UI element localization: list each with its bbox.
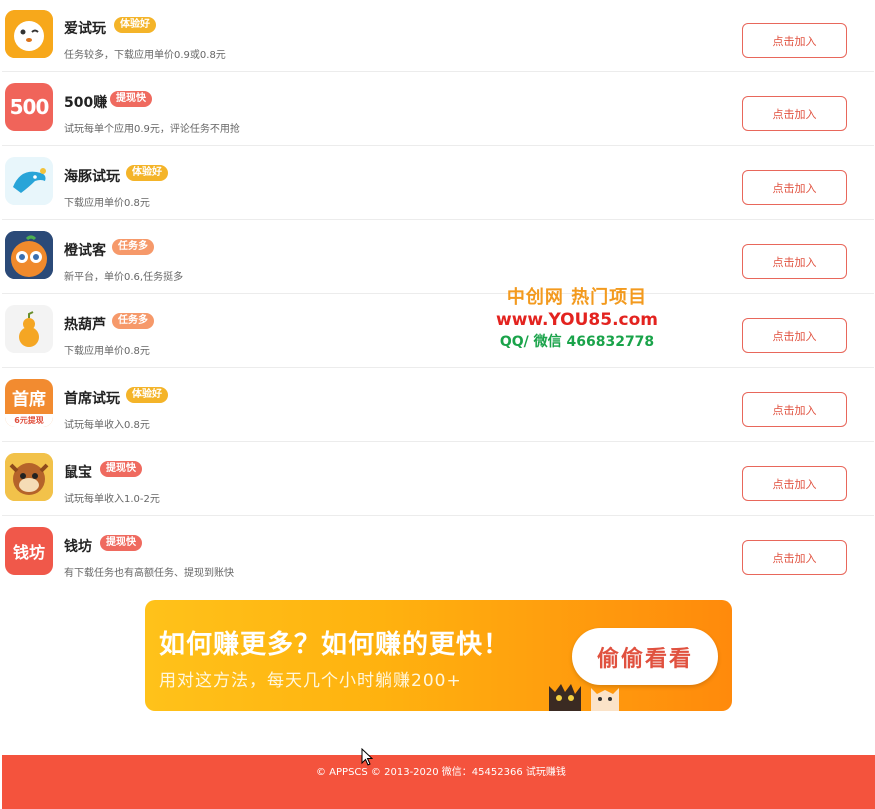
list-item: 海豚试玩 体验好 下载应用单价0.8元 点击加入 [2,146,874,220]
shouxi-icon: 首席 6元提现 [5,379,53,427]
watermark-line: QQ/ 微信 466832778 [499,334,655,350]
list-item: 首席 6元提现 首席试玩 体验好 试玩每单收入0.8元 点击加入 [2,368,874,442]
orange-icon [5,231,53,279]
icon-text: 钱坊 [12,543,45,562]
join-button[interactable]: 点击加入 [742,540,847,575]
list-item: 橙试客 任务多 新平台，单价0.6,任务挺多 点击加入 [2,220,874,294]
join-button[interactable]: 点击加入 [742,170,847,205]
join-button[interactable]: 点击加入 [742,318,847,353]
list-item: 500 500赚 提现快 试玩每单个应用0.9元，评论任务不用抢 点击加入 [2,72,874,146]
lion-icon [5,10,53,58]
gourd-icon [5,305,53,353]
list-item: 爱试玩 体验好 任务较多，下载应用单价0.9或0.8元 点击加入 [2,0,874,72]
icon-text: 500 [9,95,50,119]
app-badge: 提现快 [110,91,152,107]
banner-subtitle: 用对这方法，每天几个小时躺赚200+ [159,671,462,691]
app-name: 橙试客 [64,243,106,259]
app-name: 首席试玩 [64,391,120,407]
banner-title: 如何赚更多？如何赚的更快！ [159,630,511,660]
cursor-icon [361,748,373,766]
list-item: 钱坊 钱坊 提现快 有下载任务也有高额任务、提现到账快 点击加入 [2,516,874,590]
join-button[interactable]: 点击加入 [742,392,847,427]
app-badge: 体验好 [126,387,168,403]
app-name: 钱坊 [64,539,92,555]
app-badge: 提现快 [100,461,142,477]
cat-icon [591,688,619,711]
app-name: 海豚试玩 [64,169,120,185]
promo-banner[interactable]: 如何赚更多？如何赚的更快！ 用对这方法，每天几个小时躺赚200+ 偷偷看看 [145,600,732,711]
app-name: 500赚 [64,95,108,111]
app-description: 下载应用单价0.8元 [64,346,150,357]
app-name: 鼠宝 [64,465,92,481]
watermark-line: 中创网 热门项目 [506,287,648,308]
app-description: 有下载任务也有高额任务、提现到账快 [64,568,234,579]
squirrel-icon [5,453,53,501]
icon-subtext: 6元提现 [5,414,53,427]
watermark: 中创网 热门项目 www.YOU85.com QQ/ 微信 466832778 [492,283,662,351]
join-button[interactable]: 点击加入 [742,96,847,131]
cat-icon [549,684,581,711]
icon-text: 首席 [12,390,46,410]
app-badge: 任务多 [112,313,154,329]
watermark-line: www.YOU85.com [495,310,659,330]
join-button[interactable]: 点击加入 [742,23,847,58]
dolphin-icon [5,157,53,205]
app-description: 试玩每单个应用0.9元，评论任务不用抢 [64,124,240,135]
join-button[interactable]: 点击加入 [742,244,847,279]
app-badge: 任务多 [112,239,154,255]
app-badge: 体验好 [114,17,156,33]
app-badge: 体验好 [126,165,168,181]
join-button[interactable]: 点击加入 [742,466,847,501]
app-list: 爱试玩 体验好 任务较多，下载应用单价0.9或0.8元 点击加入 500 500… [0,0,875,590]
list-item: 鼠宝 提现快 试玩每单收入1.0-2元 点击加入 [2,442,874,516]
app-badge: 提现快 [100,535,142,551]
500-icon: 500 [5,83,53,131]
banner-button[interactable]: 偷偷看看 [572,628,718,685]
app-description: 下载应用单价0.8元 [64,198,150,209]
footer: © APPSCS © 2013-2020 微信：45452366 试玩赚钱 [2,755,875,809]
app-description: 试玩每单收入1.0-2元 [64,494,160,505]
app-name: 热葫芦 [64,317,106,333]
qianfang-icon: 钱坊 [5,527,53,575]
list-item: 热葫芦 任务多 下载应用单价0.8元 点击加入 [2,294,874,368]
footer-text: © APPSCS © 2013-2020 微信：45452366 试玩赚钱 [316,767,566,778]
app-description: 任务较多，下载应用单价0.9或0.8元 [64,50,226,61]
app-name: 爱试玩 [64,21,106,37]
app-description: 新平台，单价0.6,任务挺多 [64,272,184,283]
app-description: 试玩每单收入0.8元 [64,420,150,431]
